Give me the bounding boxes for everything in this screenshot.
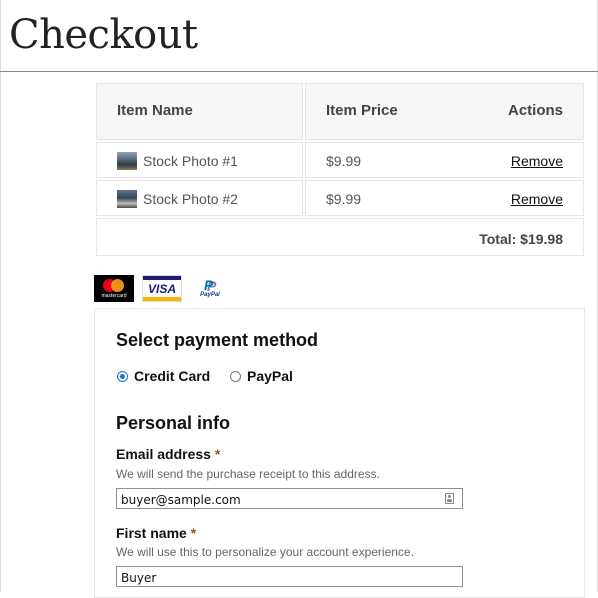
first-name-field-value: Buyer [121,571,157,585]
email-field[interactable]: buyer@sample.com [116,488,463,509]
credit-card-radio[interactable] [117,371,128,382]
item-thumbnail-image [117,152,137,170]
visa-top-bar [143,276,181,280]
item-name: Stock Photo #2 [143,191,238,207]
header-item-price-label: Item Price [326,102,398,119]
contact-card-icon[interactable] [445,493,454,504]
email-field-value: buyer@sample.com [121,493,241,507]
cart-total-row: Total: $19.98 [96,218,584,256]
paypal-radio[interactable] [230,371,241,382]
item-name-cell: Stock Photo #2 [96,180,303,216]
payment-method-title: Select payment method [116,330,319,350]
header-item-price: Item Price Actions [305,83,584,140]
visa-logo-icon: VISA [142,275,182,302]
table-row: Stock Photo #1 $9.99 Remove [96,142,584,178]
item-price-cell: $9.99 Remove [305,180,584,216]
cart-total-cell: Total: $19.98 [96,218,584,256]
item-price: $9.99 [326,153,362,169]
paypal-label: PayPal [247,368,293,384]
cart-total: Total: $19.98 [479,231,563,247]
paypal-p-mark: P [204,277,214,293]
mastercard-logo-icon: mastercard [94,275,134,302]
item-price: $9.99 [326,191,362,207]
email-help-text: We will send the purchase receipt to thi… [116,467,380,481]
remove-item-link[interactable]: Remove [511,153,563,169]
header-actions-label: Actions [507,102,563,119]
visa-bottom-bar [143,297,181,301]
mastercard-wordmark: mastercard [101,293,127,299]
header-item-name-label: Item Name [117,102,193,119]
email-label: Email address * [116,446,220,462]
item-price-cell: $9.99 Remove [305,142,584,178]
required-mark: * [214,446,221,462]
first-name-label-text: First name [116,525,187,541]
credit-card-label: Credit Card [134,368,211,384]
page-header: Checkout [0,0,598,72]
header-item-name: Item Name [96,83,303,140]
required-mark: * [190,525,197,541]
item-name-cell: Stock Photo #1 [96,142,303,178]
first-name-field[interactable]: Buyer [116,566,463,587]
paypal-logo-icon: P P PayPal [190,275,230,302]
mastercard-yellow-circle [111,279,124,292]
table-row: Stock Photo #2 $9.99 Remove [96,180,584,216]
item-name: Stock Photo #1 [143,153,238,169]
paypal-wordmark: PayPal [200,292,220,298]
remove-item-link[interactable]: Remove [511,191,563,207]
personal-info-title: Personal info [116,413,231,433]
cart-header-row: Item Name Item Price Actions [96,83,584,140]
first-name-help-text: We will use this to personalize your acc… [116,545,414,559]
visa-wordmark: VISA [147,282,176,296]
checkout-form: Select payment method Credit Card PayPal… [94,308,585,598]
page-title: Checkout [9,12,198,58]
first-name-label: First name * [116,525,196,541]
item-thumbnail-image [117,190,137,208]
email-label-text: Email address [116,446,211,462]
